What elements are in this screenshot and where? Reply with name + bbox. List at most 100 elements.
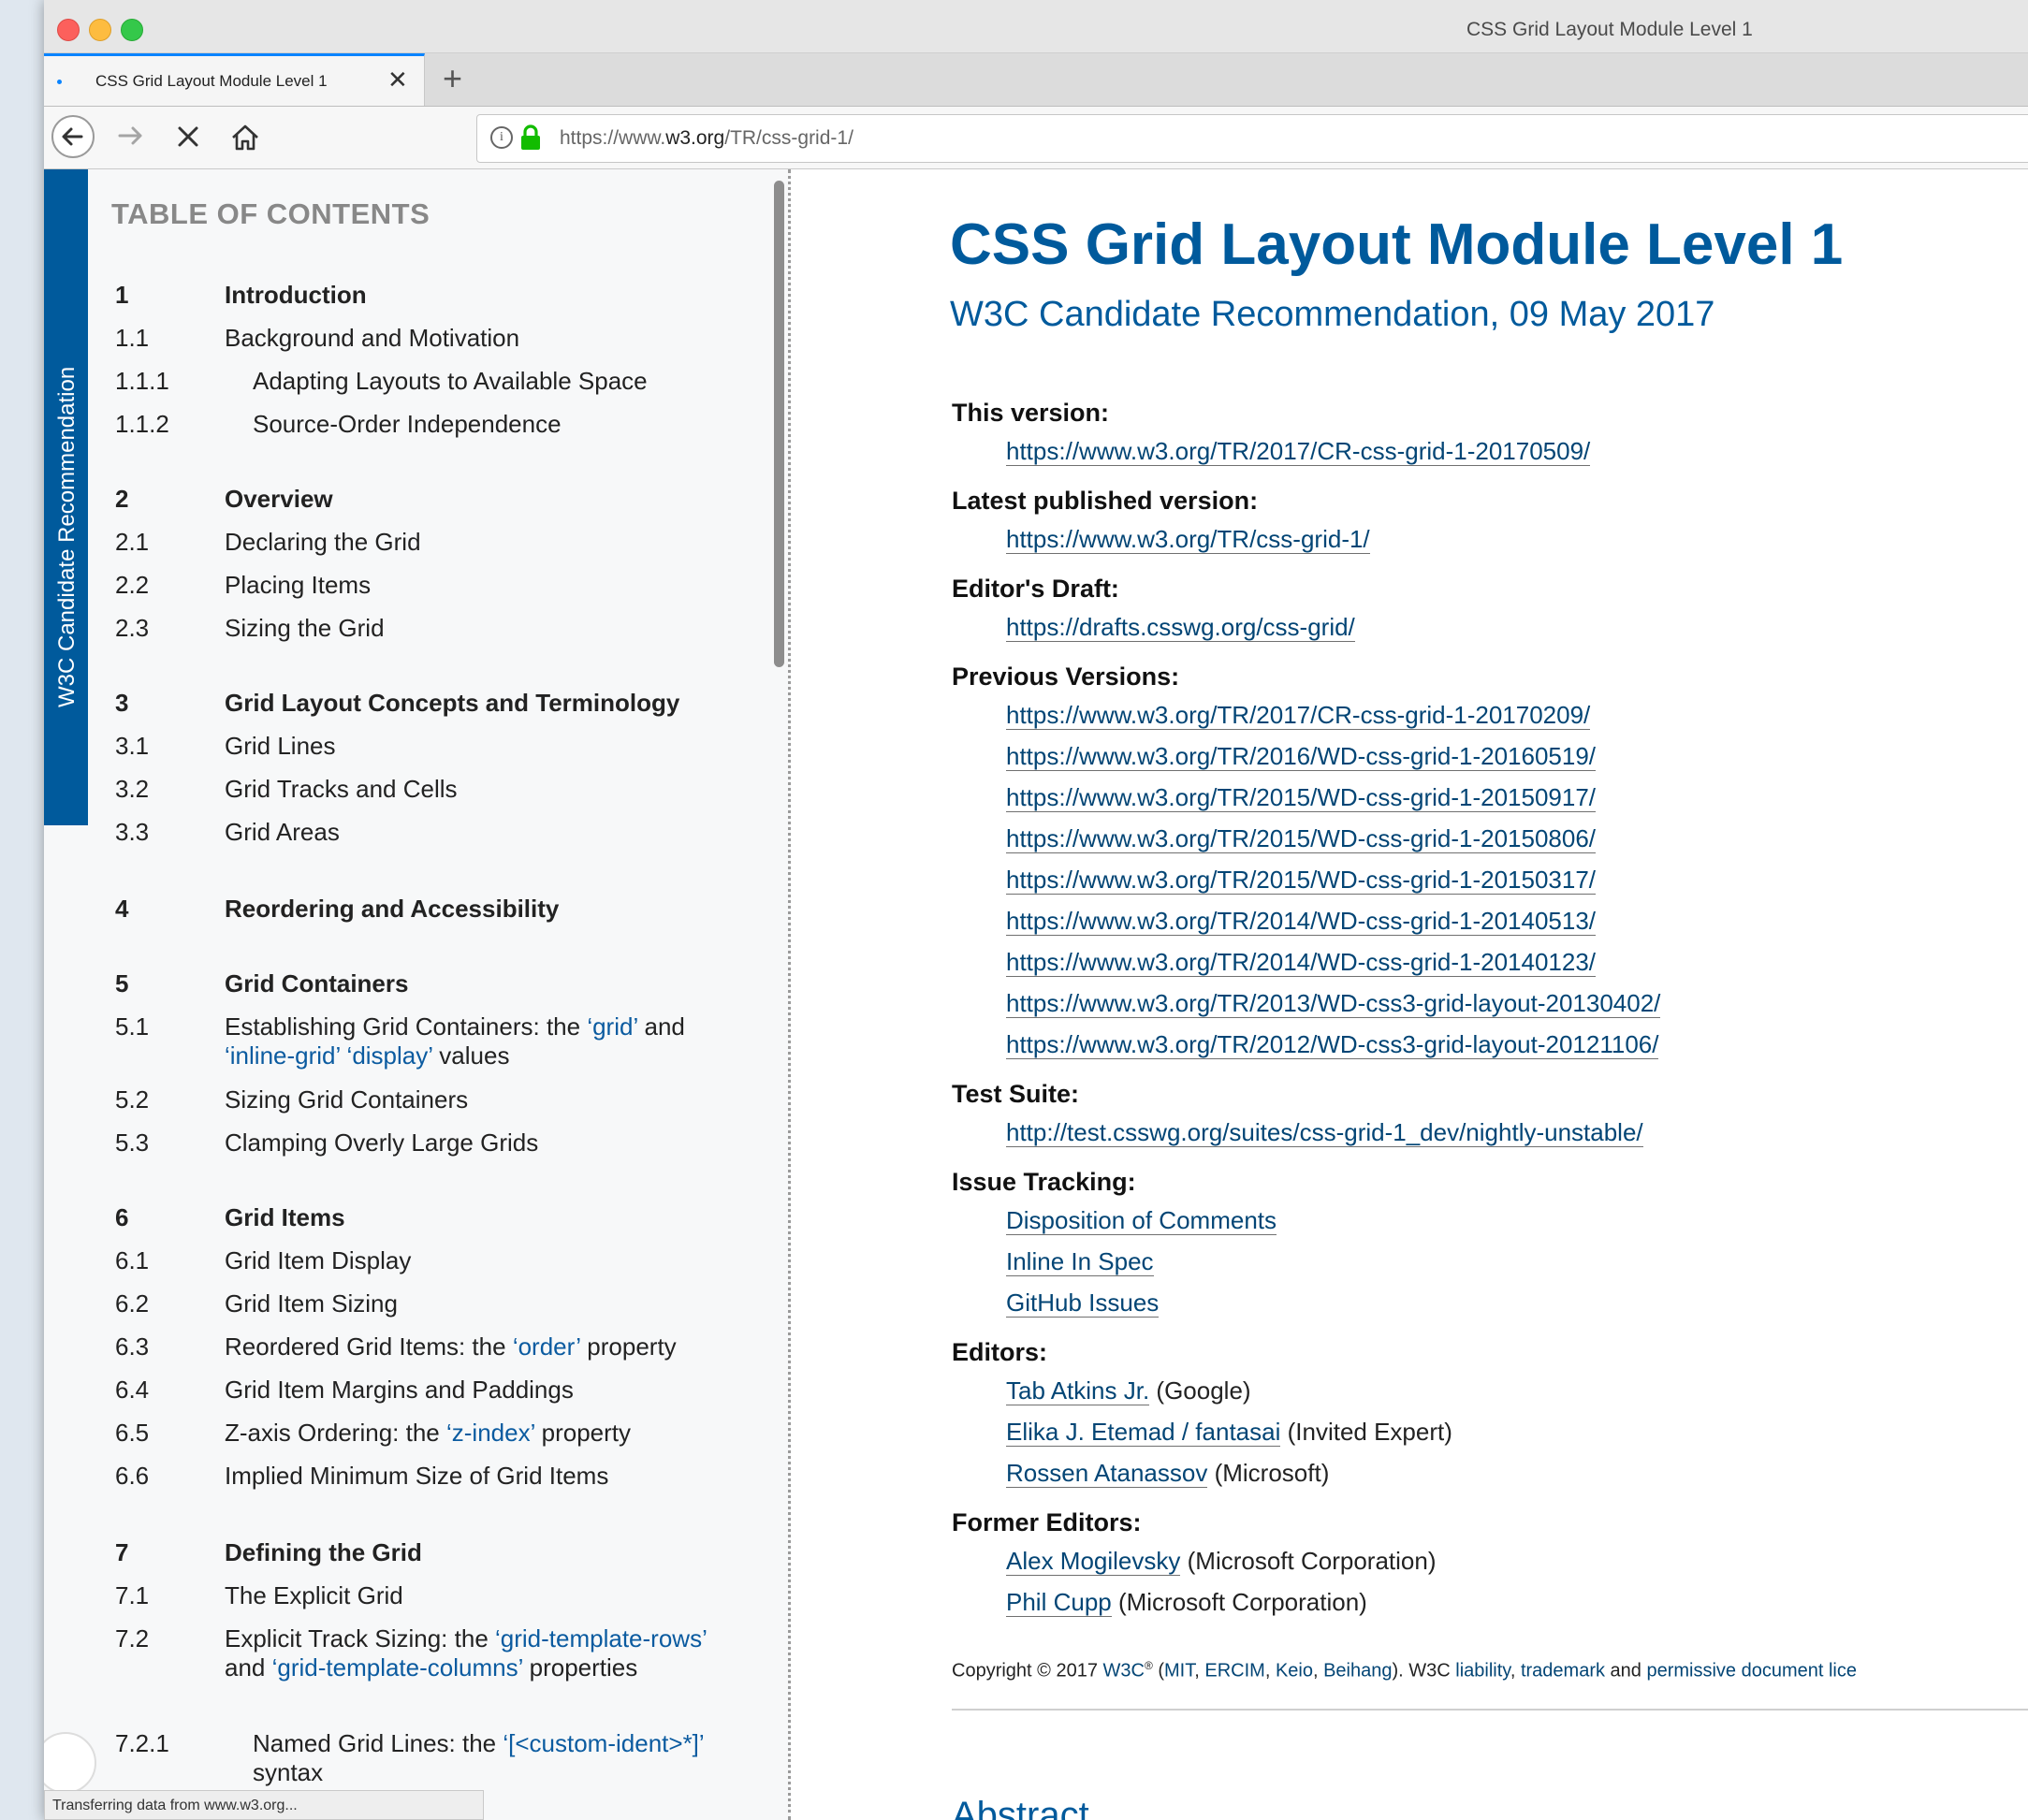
metadata-link[interactable]: https://www.w3.org/TR/2017/CR-css-grid-1…	[1006, 437, 1591, 466]
metadata-heading: Editor's Draft:	[952, 575, 1119, 603]
toc-text: Z-axis Ordering: the	[225, 1419, 446, 1447]
zoom-window-button[interactable]	[121, 19, 143, 41]
metadata-heading: Editors:	[952, 1338, 1048, 1366]
metadata-value: https://drafts.csswg.org/css-grid/	[1006, 613, 1355, 642]
beihang-link[interactable]: Beihang	[1323, 1661, 1392, 1682]
toc-text: Grid Containers	[225, 969, 409, 997]
trademark-link[interactable]: trademark	[1521, 1661, 1605, 1682]
metadata-link[interactable]: https://www.w3.org/TR/css-grid-1/	[1006, 525, 1370, 554]
stop-loading-button[interactable]	[173, 122, 203, 156]
toc-text: Sizing the Grid	[225, 614, 385, 642]
property-ref: ‘z-index’	[445, 1419, 535, 1447]
metadata-link[interactable]: Inline In Spec	[1006, 1247, 1154, 1276]
toc-item-label: Source-Order Independence	[253, 410, 777, 439]
metadata-link[interactable]: Alex Mogilevsky	[1006, 1547, 1181, 1576]
toc-item-label: Reordering and Accessibility	[225, 895, 749, 924]
keio-link[interactable]: Keio	[1276, 1661, 1313, 1682]
toc-item-label: Establishing Grid Containers: the ‘grid’…	[225, 1012, 749, 1070]
home-button[interactable]	[229, 122, 261, 158]
metadata-link[interactable]: Rossen Atanassov	[1006, 1459, 1208, 1488]
toc-text: Grid Items	[225, 1203, 345, 1231]
toc-item-number: 6.6	[115, 1462, 150, 1490]
title-bar: CSS Grid Layout Module Level 1	[44, 0, 2028, 53]
toc-text: Reordering and Accessibility	[225, 895, 560, 923]
tab-close-icon[interactable]: ✕	[387, 66, 408, 95]
metadata-link[interactable]: https://www.w3.org/TR/2015/WD-css-grid-1…	[1006, 866, 1597, 895]
toc-text: property	[580, 1332, 677, 1361]
minimize-window-button[interactable]	[89, 19, 111, 41]
toc-item-number: 5	[115, 969, 129, 997]
toc-text: Grid Item Display	[225, 1246, 412, 1274]
metadata-link[interactable]: https://www.w3.org/TR/2015/WD-css-grid-1…	[1006, 824, 1597, 853]
liability-link[interactable]: liability	[1455, 1661, 1510, 1682]
toc-sidebar: W3C Candidate Recommendation TABLE OF CO…	[44, 169, 791, 1820]
toc-item-number: 5.2	[115, 1085, 150, 1114]
metadata-link[interactable]: Disposition of Comments	[1006, 1206, 1277, 1235]
tab-css-grid[interactable]: CSS Grid Layout Module Level 1 ✕	[44, 53, 425, 106]
close-window-button[interactable]	[57, 19, 80, 41]
affiliation: (Invited Expert)	[1280, 1418, 1452, 1446]
toc-item-label: Reordered Grid Items: the ‘order’ proper…	[225, 1332, 749, 1361]
metadata-link[interactable]: http://test.csswg.org/suites/css-grid-1_…	[1006, 1118, 1643, 1147]
toc-item-number: 1.1	[115, 324, 150, 352]
metadata-link[interactable]: Tab Atkins Jr.	[1006, 1376, 1150, 1405]
metadata-link[interactable]: GitHub Issues	[1006, 1289, 1160, 1318]
mit-link[interactable]: MIT	[1164, 1661, 1194, 1682]
toc-item-number: 6.3	[115, 1332, 150, 1361]
metadata-link[interactable]: https://www.w3.org/TR/2013/WD-css3-grid-…	[1006, 989, 1661, 1018]
metadata-link[interactable]: https://www.w3.org/TR/2012/WD-css3-grid-…	[1006, 1030, 1659, 1059]
metadata-link[interactable]: https://www.w3.org/TR/2016/WD-css-grid-1…	[1006, 742, 1597, 771]
copyright-paren: (	[1152, 1660, 1165, 1682]
metadata-heading: Former Editors:	[952, 1508, 1142, 1536]
w3c-link[interactable]: W3C	[1103, 1661, 1145, 1682]
metadata-link[interactable]: Phil Cupp	[1006, 1588, 1112, 1617]
toc-item-label: Adapting Layouts to Available Space	[253, 367, 777, 396]
toc-item-label: Defining the Grid	[225, 1538, 749, 1567]
metadata-value: https://www.w3.org/TR/css-grid-1/	[1006, 525, 1370, 554]
forward-button[interactable]	[115, 120, 147, 160]
status-ribbon[interactable]: W3C Candidate Recommendation	[44, 169, 88, 825]
metadata-value: Inline In Spec	[1006, 1247, 1154, 1276]
toc-text: and	[637, 1012, 685, 1041]
toc-text: Grid Lines	[225, 732, 336, 760]
document-content: CSS Grid Layout Module Level 1 W3C Candi…	[791, 169, 2028, 1820]
affiliation: (Microsoft)	[1207, 1459, 1330, 1487]
metadata-heading: Latest published version:	[952, 487, 1259, 515]
stop-icon	[178, 126, 198, 147]
property-ref: ‘[<custom-ident>*]’	[503, 1729, 704, 1757]
site-info-icon[interactable]: i	[490, 126, 513, 149]
toc-item-label: Sizing the Grid	[225, 614, 749, 643]
metadata-value: https://www.w3.org/TR/2015/WD-css-grid-1…	[1006, 824, 1597, 853]
metadata-link[interactable]: https://www.w3.org/TR/2015/WD-css-grid-1…	[1006, 783, 1597, 812]
metadata-link[interactable]: https://www.w3.org/TR/2014/WD-css-grid-1…	[1006, 907, 1597, 936]
license-link[interactable]: permissive document lice	[1646, 1661, 1857, 1682]
toc-toggle-button[interactable]	[44, 1732, 96, 1794]
toc-text: Clamping Overly Large Grids	[225, 1128, 539, 1157]
new-tab-button[interactable]: +	[443, 59, 462, 98]
toc-item-label: Grid Item Margins and Paddings	[225, 1376, 749, 1405]
toc-item-number: 7.2	[115, 1624, 150, 1653]
toc-text: Defining the Grid	[225, 1538, 422, 1566]
ercim-link[interactable]: ERCIM	[1204, 1661, 1264, 1682]
toc-item-label: Background and Motivation	[225, 324, 749, 353]
metadata-value: https://www.w3.org/TR/2017/CR-css-grid-1…	[1006, 701, 1591, 730]
lock-icon[interactable]	[518, 124, 543, 156]
toc-item-number: 6	[115, 1203, 129, 1231]
toc-item-number: 4	[115, 895, 129, 923]
toc-text: Introduction	[225, 281, 367, 309]
property-ref: ‘inline-grid’	[225, 1041, 341, 1070]
metadata-link[interactable]: Elika J. Etemad / fantasai	[1006, 1418, 1281, 1447]
property-ref: ‘grid-template-rows’	[495, 1624, 707, 1653]
toc-item-number: 3.2	[115, 775, 150, 803]
metadata-link[interactable]: https://www.w3.org/TR/2017/CR-css-grid-1…	[1006, 701, 1591, 730]
sidebar-scrollbar[interactable]	[774, 181, 784, 667]
address-bar[interactable]: i https://www.w3.org/TR/css-grid-1/	[476, 114, 2028, 163]
metadata-value: GitHub Issues	[1006, 1289, 1160, 1318]
home-icon	[232, 124, 258, 151]
metadata-value: Tab Atkins Jr. (Google)	[1006, 1376, 1251, 1405]
toc-item-number: 6.4	[115, 1376, 150, 1404]
toc-item-label: Grid Item Sizing	[225, 1289, 749, 1318]
metadata-link[interactable]: https://www.w3.org/TR/2014/WD-css-grid-1…	[1006, 948, 1597, 977]
toc-text: values	[432, 1041, 510, 1070]
metadata-link[interactable]: https://drafts.csswg.org/css-grid/	[1006, 613, 1355, 642]
